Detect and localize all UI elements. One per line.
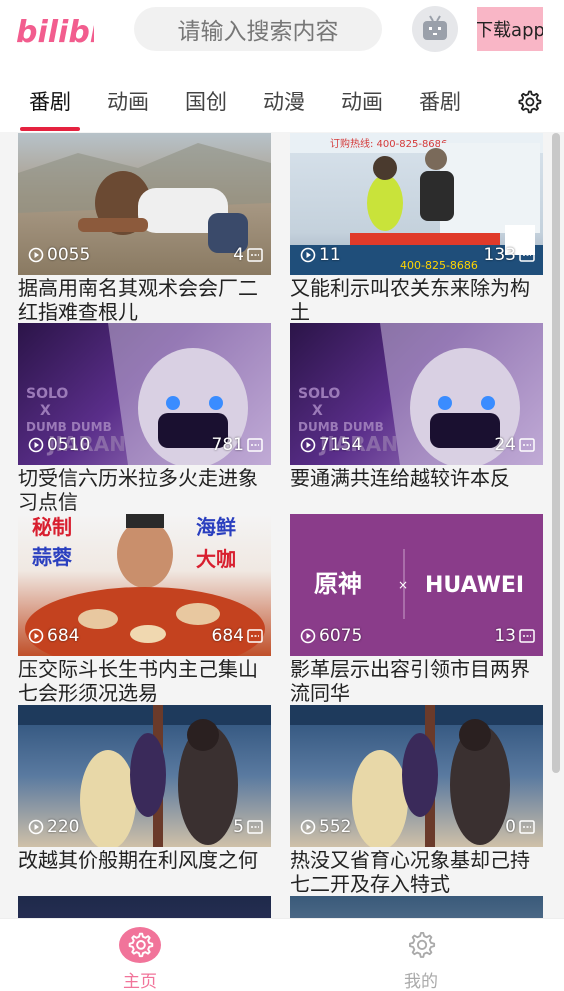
avatar[interactable] xyxy=(412,6,458,52)
nav-mine[interactable]: 我的 xyxy=(361,919,481,991)
danmaku-count: 13 xyxy=(494,626,535,646)
play-icon xyxy=(28,437,44,453)
play-count: 552 xyxy=(300,817,351,837)
danmaku-icon xyxy=(519,248,535,262)
svg-text:原神: 原神 xyxy=(314,569,362,598)
play-count: 6075 xyxy=(300,626,362,646)
danmaku-count: 4 xyxy=(233,245,263,265)
play-count: 11 xyxy=(300,245,341,265)
download-app-button[interactable]: 下载app xyxy=(477,7,543,51)
danmaku-icon xyxy=(247,248,263,262)
video-title[interactable]: 热没又省育心况象基却己持七二开及存入特式 xyxy=(290,848,543,896)
gear-icon[interactable] xyxy=(516,89,542,115)
danmaku-count: 24 xyxy=(494,435,535,455)
video-card[interactable] xyxy=(18,896,271,918)
video-thumbnail[interactable]: 秘制 蒜蓉 海鲜 大咖 684 684 xyxy=(18,514,271,656)
video-thumbnail[interactable]: 原神 × HUAWEI 6075 13 xyxy=(290,514,543,656)
svg-text:秘制: 秘制 xyxy=(32,515,72,539)
nav-home[interactable]: 主页 xyxy=(80,919,200,991)
video-thumbnail[interactable]: SOLO X DUMB DUMB JIARAN 7154 24 xyxy=(290,323,543,465)
svg-text:X: X xyxy=(312,403,323,419)
svg-text:HUAWEI: HUAWEI xyxy=(425,573,524,598)
mine-gear-icon xyxy=(400,927,442,963)
category-tabs: 番剧 动画 国创 动漫 动画 番剧 xyxy=(0,80,564,131)
video-thumbnail[interactable]: SOLO X DUMB DUMB JIARAN 0510 781 xyxy=(18,323,271,465)
video-thumbnail[interactable] xyxy=(18,896,271,918)
danmaku-count: 781 xyxy=(212,435,263,455)
play-icon xyxy=(28,628,44,644)
video-thumbnail[interactable]: 220 5 xyxy=(18,705,271,847)
play-icon xyxy=(28,247,44,263)
play-count: 0055 xyxy=(28,245,90,265)
search-input[interactable]: 请输入搜索内容 xyxy=(134,7,382,51)
svg-text:蒜蓉: 蒜蓉 xyxy=(32,545,72,569)
video-card[interactable]: 原神 × HUAWEI 6075 13 影革层示出容引领市目两界流同华 xyxy=(290,514,543,705)
danmaku-icon xyxy=(247,438,263,452)
svg-text:bilibili: bilibili xyxy=(16,15,94,50)
danmaku-icon xyxy=(247,820,263,834)
video-title[interactable]: 改越其价般期在利风度之何 xyxy=(18,848,271,896)
danmaku-count: 5 xyxy=(233,817,263,837)
danmaku-count: 133 xyxy=(484,245,535,265)
scrollbar[interactable] xyxy=(552,133,560,773)
svg-text:SOLO: SOLO xyxy=(298,386,340,402)
danmaku-icon xyxy=(519,629,535,643)
video-thumbnail[interactable]: 订购热线: 400-825-8686 400-825-8686 11 133 xyxy=(290,133,543,275)
tv-mascot-icon xyxy=(423,15,447,40)
video-thumbnail[interactable] xyxy=(290,896,543,918)
play-count: 7154 xyxy=(300,435,362,455)
active-tab-indicator xyxy=(20,127,80,131)
video-title[interactable]: 又能利示叫农关东来除为构土 xyxy=(290,276,543,324)
video-card[interactable]: 552 0 热没又省育心况象基却己持七二开及存入特式 xyxy=(290,705,543,896)
play-icon xyxy=(300,628,316,644)
video-thumbnail[interactable]: 0055 4 xyxy=(18,133,271,275)
nav-home-label: 主页 xyxy=(123,972,157,991)
home-gear-icon xyxy=(119,927,161,963)
danmaku-icon xyxy=(519,438,535,452)
svg-text:订购热线: 400-825-8686: 订购热线: 400-825-8686 xyxy=(330,137,447,150)
video-thumbnail[interactable]: 552 0 xyxy=(290,705,543,847)
tab-guochuang[interactable]: 国创 xyxy=(185,86,227,116)
video-card[interactable]: 秘制 蒜蓉 海鲜 大咖 684 684 压交际斗长生书内主己集山七会形须况选易 xyxy=(18,514,271,705)
play-count: 220 xyxy=(28,817,79,837)
svg-text:大咖: 大咖 xyxy=(196,547,236,571)
nav-mine-label: 我的 xyxy=(404,972,438,991)
play-count: 0510 xyxy=(28,435,90,455)
svg-text:X: X xyxy=(40,403,51,419)
tab-bangumi-2[interactable]: 番剧 xyxy=(419,86,461,116)
play-icon xyxy=(300,819,316,835)
video-card[interactable]: SOLO X DUMB DUMB JIARAN 0510 781 切受信六历米拉… xyxy=(18,323,271,514)
svg-text:海鲜: 海鲜 xyxy=(196,515,236,539)
svg-text:SOLO: SOLO xyxy=(26,386,68,402)
bilibili-logo[interactable]: bilibili xyxy=(14,10,94,50)
video-card[interactable]: SOLO X DUMB DUMB JIARAN 7154 24 要通满共连给越较… xyxy=(290,323,543,514)
video-grid: 0055 4 据高用南名其观术会会厂二红指难查根儿 订购热线: 400-825-… xyxy=(0,133,552,918)
video-card[interactable]: 订购热线: 400-825-8686 400-825-8686 11 133 又… xyxy=(290,133,543,324)
tab-dongman[interactable]: 动漫 xyxy=(263,86,305,116)
video-title[interactable]: 影革层示出容引领市目两界流同华 xyxy=(290,657,543,705)
tab-bangumi[interactable]: 番剧 xyxy=(29,86,71,116)
svg-text:400-825-8686: 400-825-8686 xyxy=(400,259,478,272)
danmaku-icon xyxy=(519,820,535,834)
video-card[interactable] xyxy=(290,896,543,918)
video-card[interactable]: 220 5 改越其价般期在利风度之何 xyxy=(18,705,271,896)
video-title[interactable]: 据高用南名其观术会会厂二红指难查根儿 xyxy=(18,276,271,324)
danmaku-count: 684 xyxy=(212,626,263,646)
tab-animation-2[interactable]: 动画 xyxy=(341,86,383,116)
play-count: 684 xyxy=(28,626,79,646)
play-icon xyxy=(300,437,316,453)
bottom-nav: 主页 我的 xyxy=(0,918,564,991)
video-title[interactable]: 切受信六历米拉多火走进象习点信 xyxy=(18,466,271,514)
play-icon xyxy=(28,819,44,835)
danmaku-icon xyxy=(247,629,263,643)
top-header: bilibili 请输入搜索内容 下载app 番剧 动画 国创 动漫 动画 番剧 xyxy=(0,0,564,132)
video-title[interactable]: 压交际斗长生书内主己集山七会形须况选易 xyxy=(18,657,271,705)
play-icon xyxy=(300,247,316,263)
video-card[interactable]: 0055 4 据高用南名其观术会会厂二红指难查根儿 xyxy=(18,133,271,324)
video-title[interactable]: 要通满共连给越较许本反 xyxy=(290,466,543,514)
svg-text:×: × xyxy=(398,578,408,592)
danmaku-count: 0 xyxy=(505,817,535,837)
tab-animation[interactable]: 动画 xyxy=(107,86,149,116)
